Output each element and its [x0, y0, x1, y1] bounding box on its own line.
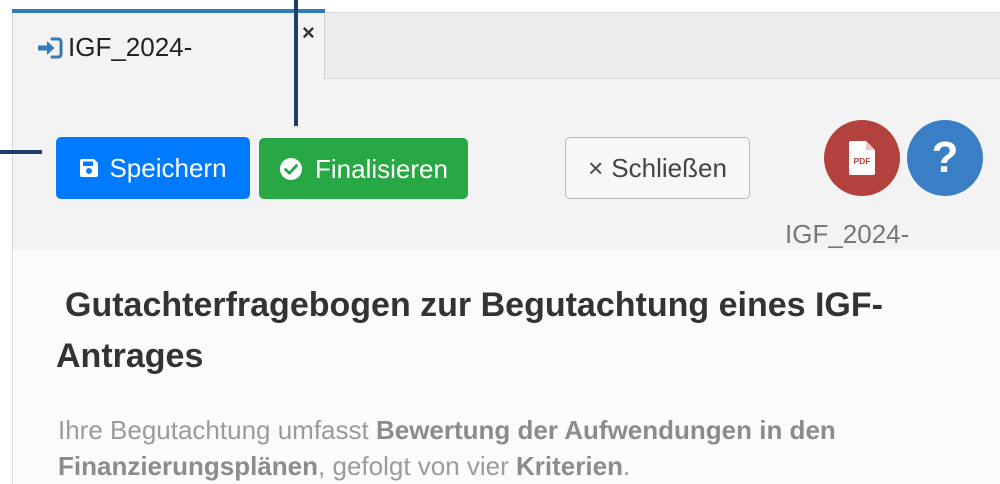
sign-in-icon [37, 37, 63, 59]
pdf-button[interactable]: PDF [824, 120, 900, 196]
form-content: Gutachterfragebogen zur Begutachtung ein… [12, 250, 1000, 484]
annotation-line-vertical [294, 0, 298, 126]
finalize-button[interactable]: Finalisieren [259, 138, 468, 199]
check-circle-icon [279, 157, 303, 181]
tab-strip [325, 12, 1000, 79]
close-button-label: Schließen [611, 153, 727, 183]
document-id-label: IGF_2024- [785, 219, 910, 249]
save-button-label: Speichern [109, 153, 227, 183]
document-tab[interactable]: IGF_2024- × [12, 9, 325, 79]
close-button[interactable]: × Schließen [565, 137, 750, 199]
save-button[interactable]: Speichern [56, 137, 250, 199]
intro-text-part: . [622, 451, 631, 481]
intro-text-part: Ihre Begutachtung umfasst [58, 415, 376, 445]
annotation-line-horizontal [0, 150, 42, 154]
help-button[interactable]: ? [907, 120, 983, 196]
finalize-button-label: Finalisieren [315, 153, 448, 184]
file-pdf-icon: PDF [848, 140, 876, 176]
intro-text-part: , gefolgt von vier [318, 451, 517, 481]
question-icon: ? [931, 133, 959, 182]
toolbar: Speichern Finalisieren × Schließen PDF ?… [12, 79, 1000, 250]
page-title: Gutachterfragebogen zur Begutachtung ein… [56, 286, 883, 375]
intro-text: Ihre Begutachtung umfasst Bewertung der … [58, 412, 938, 484]
save-icon [79, 158, 99, 178]
pdf-icon-label: PDF [854, 156, 871, 166]
intro-emphasis: Kriterien [516, 451, 623, 481]
tab-title: IGF_2024- [68, 32, 193, 62]
tab-close-button[interactable]: × [302, 21, 315, 45]
times-icon: × [588, 153, 604, 183]
